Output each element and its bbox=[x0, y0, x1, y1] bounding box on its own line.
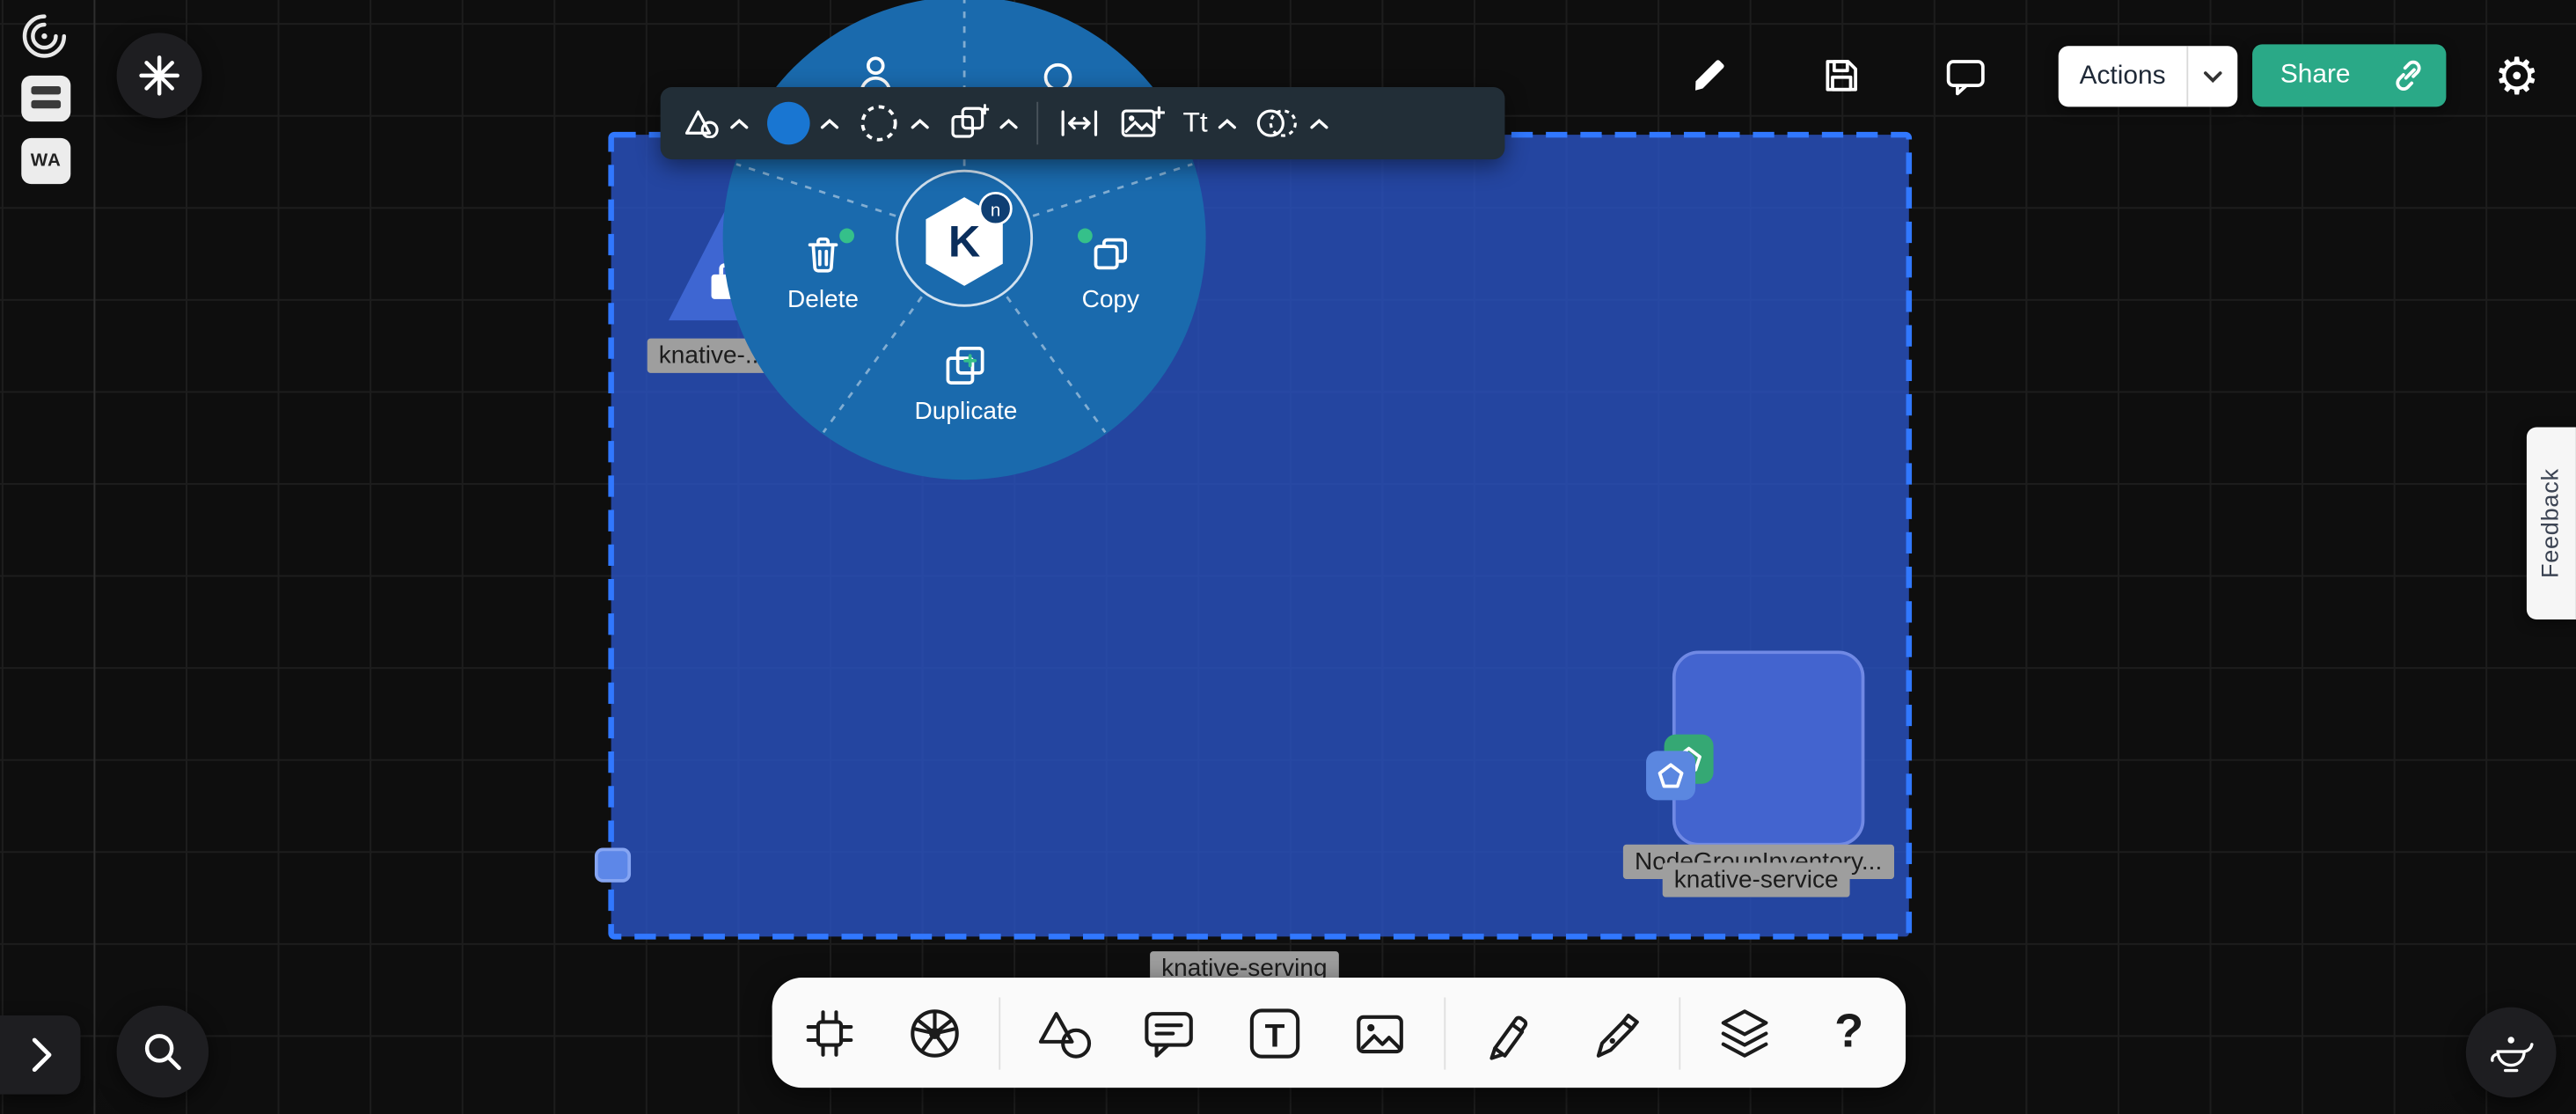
opacity-icon bbox=[1255, 106, 1299, 142]
layers-tool[interactable] bbox=[1702, 992, 1784, 1074]
chevron-up-icon bbox=[910, 118, 929, 129]
edit-pencil-icon bbox=[1690, 55, 1730, 95]
diagram-tool[interactable] bbox=[787, 992, 869, 1074]
wa-badge-label: WA bbox=[31, 151, 62, 171]
comment-icon bbox=[1945, 57, 1987, 97]
radial-item-label: Duplicate bbox=[915, 398, 1018, 426]
feedback-tab[interactable]: Feedback bbox=[2527, 427, 2576, 619]
shapes-tool[interactable] bbox=[1022, 992, 1104, 1074]
shape-style-control[interactable] bbox=[684, 108, 750, 138]
comment-button[interactable] bbox=[1945, 57, 1987, 97]
app-logo[interactable] bbox=[19, 11, 69, 61]
actions-label: Actions bbox=[2059, 62, 2187, 92]
archive-button[interactable] bbox=[21, 76, 70, 121]
kubernetes-tool[interactable] bbox=[893, 992, 975, 1074]
image-add-control[interactable] bbox=[1120, 106, 1164, 142]
feedback-label: Feedback bbox=[2538, 468, 2565, 578]
comment-tool[interactable] bbox=[1128, 992, 1210, 1074]
chevron-up-icon bbox=[729, 118, 749, 129]
radial-copy-button[interactable]: Copy bbox=[1061, 231, 1160, 313]
magnifier-icon bbox=[141, 1030, 185, 1074]
text-width-control[interactable] bbox=[1057, 106, 1102, 142]
zoom-button[interactable] bbox=[117, 1006, 209, 1098]
text-icon: T bbox=[1244, 1003, 1303, 1062]
border-style-control[interactable] bbox=[858, 102, 930, 145]
radial-item-label: Delete bbox=[787, 286, 859, 314]
lamp-icon bbox=[2486, 1030, 2536, 1075]
text-format-label: Tt bbox=[1182, 106, 1207, 139]
share-label: Share bbox=[2280, 61, 2351, 91]
marker-icon bbox=[1480, 1003, 1539, 1062]
caret-down-icon bbox=[2203, 70, 2222, 83]
wa-badge[interactable]: WA bbox=[21, 138, 70, 184]
lamp-button[interactable] bbox=[2466, 1008, 2557, 1098]
toolbar-divider bbox=[1443, 997, 1445, 1069]
shape-style-icon bbox=[684, 108, 720, 138]
expand-panel-button[interactable] bbox=[0, 1015, 80, 1095]
node-label-chip: knative-service bbox=[1663, 862, 1850, 897]
chevron-up-icon bbox=[820, 118, 839, 129]
actions-button[interactable]: Actions bbox=[2059, 46, 2238, 106]
copy-style-icon bbox=[948, 104, 989, 143]
fill-color-swatch bbox=[767, 102, 810, 145]
text-tool-glyph: T bbox=[1264, 1016, 1284, 1053]
save-button[interactable] bbox=[1822, 55, 1862, 95]
save-floppy-icon bbox=[1822, 55, 1862, 95]
copy-style-control[interactable] bbox=[948, 104, 1018, 143]
comment-icon bbox=[1139, 1005, 1198, 1060]
toolbar-divider bbox=[998, 997, 999, 1069]
main-menu-button[interactable] bbox=[117, 33, 202, 118]
status-dot bbox=[839, 229, 854, 244]
shapes-icon bbox=[1034, 1005, 1093, 1060]
status-dot bbox=[1078, 229, 1093, 244]
style-toolbar: Tt bbox=[661, 87, 1505, 159]
diagram-icon bbox=[799, 1003, 858, 1062]
duplicate-icon bbox=[943, 343, 989, 389]
spiral-logo-icon bbox=[19, 11, 69, 61]
help-icon: ? bbox=[1834, 1006, 1863, 1060]
text-width-icon bbox=[1057, 106, 1102, 142]
layers-icon bbox=[1715, 1003, 1774, 1062]
image-add-icon bbox=[1120, 106, 1164, 142]
archive-icon bbox=[26, 82, 66, 114]
share-button[interactable]: Share bbox=[2252, 44, 2446, 106]
image-tool[interactable] bbox=[1338, 992, 1420, 1074]
border-style-icon bbox=[858, 102, 901, 145]
marker-tool[interactable] bbox=[1467, 992, 1549, 1074]
chevron-up-icon bbox=[999, 118, 1018, 129]
image-icon bbox=[1350, 1005, 1409, 1060]
settings-gear-icon: ⚙ bbox=[2494, 50, 2540, 101]
fill-color-control[interactable] bbox=[767, 102, 839, 145]
chevron-right-icon bbox=[24, 1034, 56, 1077]
toolbar-divider bbox=[1036, 102, 1038, 145]
kubernetes-helm-icon bbox=[904, 1003, 963, 1062]
opacity-control[interactable] bbox=[1255, 106, 1329, 142]
bottom-toolbar: T bbox=[772, 978, 1906, 1088]
node-letter: K bbox=[948, 216, 980, 266]
link-icon bbox=[2392, 59, 2425, 92]
pen-icon bbox=[1584, 1003, 1643, 1062]
left-rail-divider bbox=[93, 0, 95, 1114]
selection-resize-handle[interactable] bbox=[595, 848, 631, 883]
radial-item-label: Copy bbox=[1082, 286, 1139, 314]
pentagon-badge-blue[interactable] bbox=[1646, 751, 1695, 800]
chevron-up-icon bbox=[1218, 118, 1237, 129]
pentagon-icon bbox=[1656, 761, 1686, 791]
radial-delete-button[interactable]: Delete bbox=[771, 231, 876, 313]
text-tool[interactable]: T bbox=[1233, 992, 1314, 1074]
help-tool[interactable]: ? bbox=[1808, 992, 1890, 1074]
toolbar-divider bbox=[1678, 997, 1680, 1069]
radial-duplicate-button[interactable]: Duplicate bbox=[902, 343, 1030, 425]
edit-button[interactable] bbox=[1690, 55, 1730, 95]
chevron-up-icon bbox=[1309, 118, 1328, 129]
badge-letter: n bbox=[991, 201, 1000, 221]
pen-tool[interactable] bbox=[1573, 992, 1655, 1074]
text-format-control[interactable]: Tt bbox=[1182, 106, 1237, 139]
asterisk-icon bbox=[138, 55, 181, 98]
copy-icon bbox=[1087, 231, 1133, 277]
actions-caret-button[interactable] bbox=[2186, 46, 2237, 106]
settings-button[interactable]: ⚙ bbox=[2491, 48, 2543, 103]
trash-icon bbox=[800, 231, 845, 277]
